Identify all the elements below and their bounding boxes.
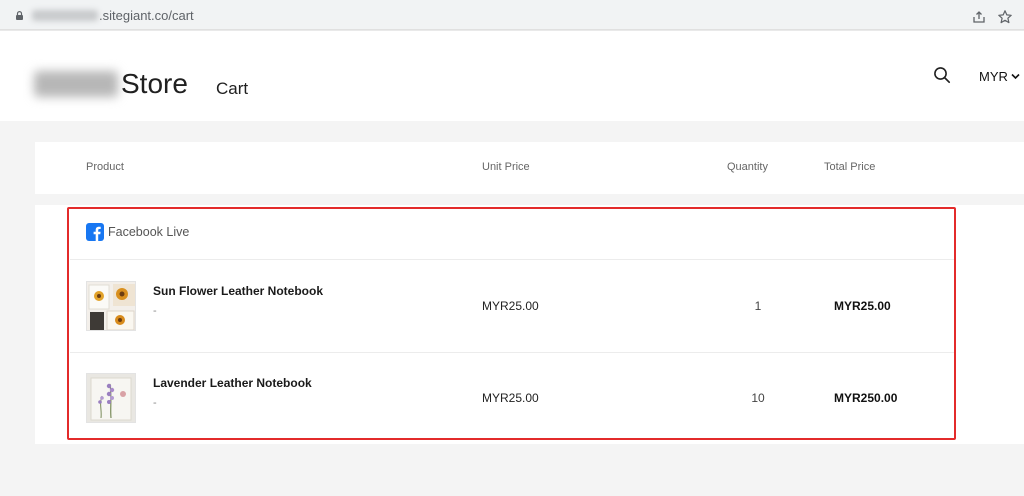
browser-address-bar: .sitegiant.co/cart [0, 0, 1024, 30]
unit-price: MYR25.00 [482, 299, 539, 313]
cart-group-facebook-live: Facebook Live [86, 223, 189, 241]
share-icon[interactable] [971, 9, 987, 25]
search-icon[interactable] [933, 66, 951, 84]
product-name[interactable]: Sun Flower Leather Notebook [153, 284, 323, 298]
facebook-icon [86, 223, 104, 241]
store-name[interactable]: Store [121, 68, 188, 100]
column-header-unit-price: Unit Price [482, 161, 530, 173]
currency-selector[interactable]: MYR [979, 69, 1020, 84]
product-variant: - [153, 305, 157, 317]
url-text: .sitegiant.co/cart [32, 8, 194, 23]
unit-price: MYR25.00 [482, 391, 539, 405]
product-variant: - [153, 397, 157, 409]
url-bar[interactable]: .sitegiant.co/cart [4, 3, 1020, 26]
product-name[interactable]: Lavender Leather Notebook [153, 376, 312, 390]
store-header: Store Cart MYR [0, 30, 1024, 121]
divider [70, 352, 954, 353]
cart-group-label: Facebook Live [108, 225, 190, 239]
quantity-value[interactable]: 10 [737, 391, 779, 405]
total-price: MYR25.00 [834, 299, 891, 313]
column-header-quantity: Quantity [727, 161, 768, 173]
total-price: MYR250.00 [834, 391, 898, 405]
product-thumbnail[interactable] [86, 281, 136, 331]
lock-icon [16, 11, 23, 20]
lavender-notebook-image [87, 374, 135, 422]
column-header-product: Product [86, 161, 124, 173]
sunflower-notebook-image [87, 282, 135, 330]
currency-label: MYR [979, 69, 1008, 84]
chevron-down-icon [1011, 73, 1020, 80]
product-thumbnail[interactable] [86, 373, 136, 423]
cart-table-header: Product Unit Price Quantity Total Price [35, 142, 1024, 194]
divider [70, 259, 954, 260]
quantity-value[interactable]: 1 [737, 299, 779, 313]
redacted-store-logo [34, 71, 118, 97]
page-title: Cart [216, 79, 249, 98]
column-header-total-price: Total Price [824, 161, 876, 173]
bookmark-star-icon[interactable] [997, 9, 1013, 25]
url-host: .sitegiant.co/cart [99, 8, 194, 23]
redacted-subdomain [32, 10, 98, 21]
